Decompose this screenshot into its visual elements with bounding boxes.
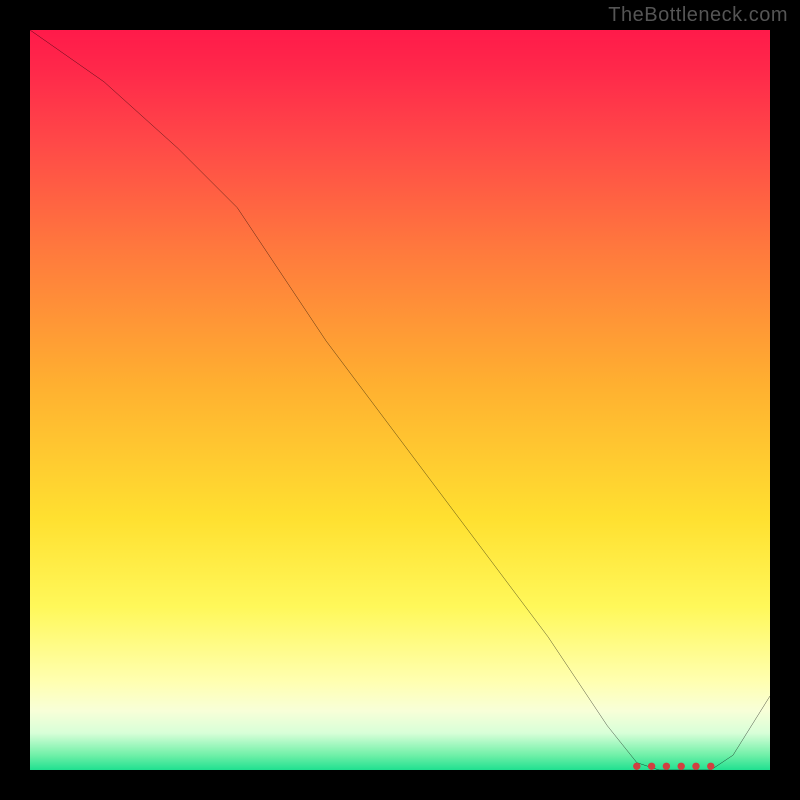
marker-dot xyxy=(692,763,699,770)
chart-frame: TheBottleneck.com xyxy=(0,0,800,800)
plot-area xyxy=(30,30,770,770)
primary-curve xyxy=(30,30,770,770)
marker-dot xyxy=(707,763,714,770)
line-curve-svg xyxy=(30,30,770,770)
marker-dot xyxy=(648,763,655,770)
marker-dot xyxy=(633,763,640,770)
marker-dot xyxy=(678,763,685,770)
flat-region-markers xyxy=(633,763,714,770)
watermark-text: TheBottleneck.com xyxy=(608,4,788,27)
marker-dot xyxy=(663,763,670,770)
